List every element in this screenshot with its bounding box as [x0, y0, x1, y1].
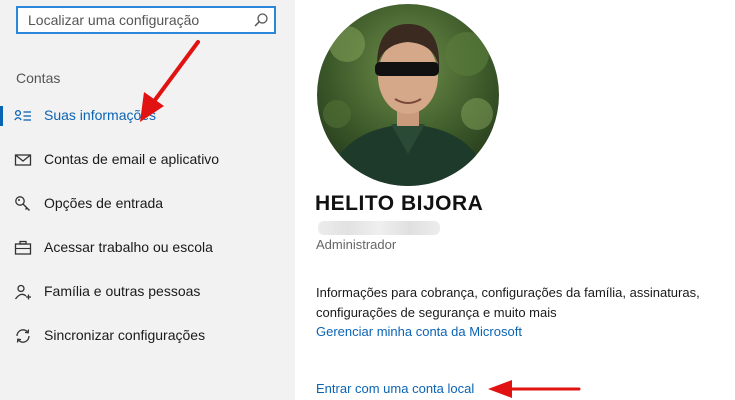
- sidebar-item-sync[interactable]: Sincronizar configurações: [0, 318, 295, 354]
- sidebar-item-label: Contas de email e aplicativo: [44, 151, 220, 167]
- section-title: Contas: [16, 70, 61, 86]
- avatar: [317, 4, 499, 186]
- search-input[interactable]: [28, 8, 248, 32]
- add-person-icon: [14, 284, 31, 300]
- user-name: HELITO BIJORA: [315, 192, 484, 215]
- key-icon: [15, 196, 30, 211]
- annotation-arrow-icon: [140, 40, 200, 122]
- user-role: Administrador: [316, 237, 397, 252]
- sidebar-item-label: Família e outras pessoas: [44, 283, 201, 299]
- manage-account-link[interactable]: Gerenciar minha conta da Microsoft: [316, 324, 522, 339]
- sidebar-item-email-accounts[interactable]: Contas de email e aplicativo: [0, 142, 295, 178]
- sidebar-item-label: Sincronizar configurações: [44, 327, 206, 343]
- sidebar-item-label: Opções de entrada: [44, 195, 164, 211]
- mail-icon: [14, 154, 32, 166]
- search-box[interactable]: [16, 6, 276, 34]
- user-info-icon: [14, 109, 31, 121]
- local-account-link[interactable]: Entrar com uma conta local: [316, 381, 474, 396]
- briefcase-icon: [14, 240, 32, 255]
- annotation-arrow-icon: [488, 380, 581, 398]
- profile-photo-icon: [317, 4, 499, 186]
- sidebar-item-label: Acessar trabalho ou escola: [44, 239, 213, 255]
- active-indicator: [0, 106, 3, 126]
- sidebar-item-work-school[interactable]: Acessar trabalho ou escola: [0, 230, 295, 266]
- sync-icon: [16, 329, 30, 343]
- sidebar-item-family[interactable]: Família e outras pessoas: [0, 274, 295, 310]
- blurred-email: [318, 221, 440, 235]
- search-icon[interactable]: [253, 12, 269, 28]
- account-info-text: Informações para cobrança, configurações…: [316, 285, 700, 320]
- sidebar-item-sign-in-options[interactable]: Opções de entrada: [0, 186, 295, 222]
